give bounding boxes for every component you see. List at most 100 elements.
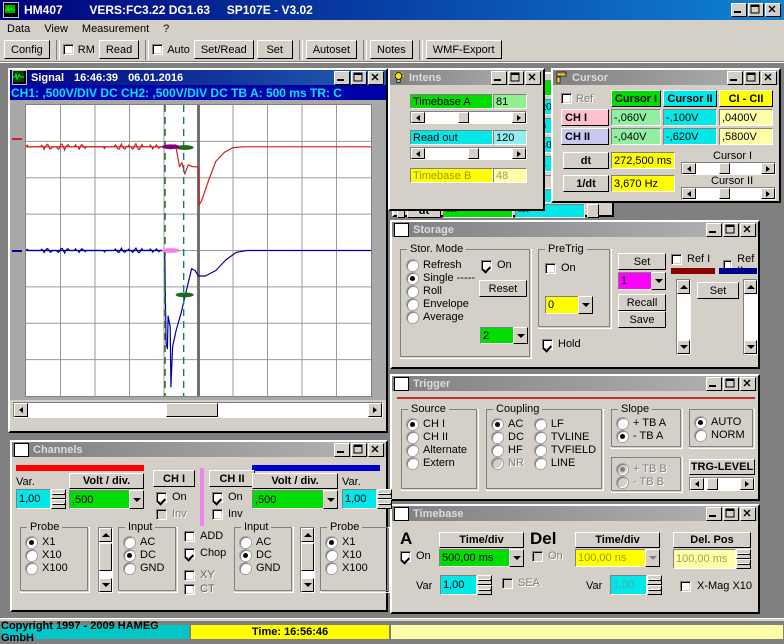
rm-checkbox-group[interactable]: RM — [62, 44, 95, 56]
hold-checkbox[interactable] — [542, 338, 553, 350]
app-close-button[interactable] — [765, 3, 781, 17]
trg-level-slider-thumb[interactable] — [706, 478, 718, 490]
intens-readout-slider[interactable] — [410, 147, 527, 160]
intens-tba-slider-thumb[interactable] — [457, 112, 469, 123]
cursor2-slider[interactable] — [681, 187, 776, 200]
channels-minimize-button[interactable] — [334, 442, 350, 457]
ch1-position-scrollbar[interactable] — [98, 527, 113, 593]
signal-close-button[interactable] — [368, 70, 384, 85]
trigger-coupling-hf-radio[interactable] — [492, 444, 503, 456]
ch2-probe-x1-radio[interactable] — [326, 536, 337, 548]
timebase-a-var-spinner[interactable]: 1,00 — [440, 575, 492, 595]
cursor1-slider-thumb[interactable] — [718, 163, 730, 174]
trigger-source-ch1[interactable]: CH I — [407, 418, 478, 430]
ch2-volt-div-combo[interactable]: ,500 — [252, 490, 338, 509]
xmag-checkbox[interactable] — [680, 580, 691, 592]
timebase-a-on-checkbox[interactable] — [400, 550, 411, 562]
ch2-var-spinner[interactable]: 1,00 — [342, 489, 392, 509]
trigger-coupling-lf-radio[interactable] — [534, 418, 546, 430]
ch1-var-up[interactable] — [51, 489, 66, 499]
cursor1-slider-track[interactable] — [696, 163, 761, 174]
storage-refslot-combo[interactable]: 1 — [618, 272, 666, 290]
trigger-mode-auto[interactable]: AUTO — [695, 416, 754, 428]
ref2-scrollbar[interactable] — [743, 279, 758, 355]
ch1-volt-div-dropdown-button[interactable] — [129, 490, 144, 509]
storage-mode-refresh[interactable]: Refresh — [407, 259, 531, 271]
ch2-input-ac[interactable]: AC — [240, 536, 293, 548]
storage-mode-single-radio[interactable] — [407, 272, 418, 284]
signal-hscrollbar[interactable] — [13, 402, 383, 418]
trigger-source-alternate-radio[interactable] — [407, 444, 418, 456]
channels-maximize-button[interactable] — [351, 442, 367, 457]
ct-checkbox-group[interactable]: CT — [184, 583, 215, 595]
ch1-on-checkbox-group[interactable]: On — [156, 491, 187, 503]
ch1-input-ac[interactable]: AC — [124, 536, 177, 548]
ch2-input-dc-radio[interactable] — [240, 549, 251, 561]
intens-tba-slider-left[interactable] — [411, 112, 425, 123]
ch1-probe-x100-radio[interactable] — [26, 562, 37, 574]
timebase-a-timediv-dropdown-button[interactable] — [509, 549, 524, 567]
ch2-inv-checkbox[interactable] — [212, 508, 223, 520]
trigger-close-button[interactable] — [740, 376, 756, 391]
timebase-a-var-down[interactable] — [477, 585, 492, 595]
trigger-source-ch1-radio[interactable] — [407, 418, 418, 430]
storage-maximize-button[interactable] — [723, 222, 739, 237]
chop-checkbox-group[interactable]: Chop — [184, 547, 226, 559]
cursor-ref-checkbox[interactable] — [561, 93, 572, 104]
pretrig-value-combo[interactable]: 0 — [545, 296, 593, 314]
ref2-scroll-up-button[interactable] — [744, 280, 757, 294]
trigger-source-ch2[interactable]: CH II — [407, 431, 478, 443]
ct-checkbox[interactable] — [184, 583, 195, 595]
read-button[interactable]: Read — [98, 40, 140, 59]
add-checkbox[interactable] — [184, 530, 195, 542]
rm-checkbox[interactable] — [62, 44, 74, 55]
trigger-coupling-ac[interactable]: AC — [492, 418, 535, 430]
storage-mode-average[interactable]: Average — [407, 311, 531, 323]
cursor2-slider-track[interactable] — [696, 188, 761, 199]
trigger-coupling-hf[interactable]: HF — [492, 444, 535, 456]
ref1-scroll-up-button[interactable] — [677, 280, 690, 294]
ch1-input-gnd[interactable]: GND — [124, 562, 177, 574]
trigger-coupling-lf[interactable]: LF — [534, 418, 603, 430]
trigger-coupling-tvfield[interactable]: TVFIELD — [534, 444, 603, 456]
app-minimize-button[interactable] — [731, 3, 747, 17]
ch1-var-spinner[interactable]: 1,00 — [16, 489, 66, 509]
autoset-button[interactable]: Autoset — [305, 40, 358, 59]
auto-checkbox[interactable] — [152, 44, 164, 55]
ch1-position-down-button[interactable] — [99, 578, 112, 592]
add-checkbox-group[interactable]: ADD — [184, 530, 223, 542]
storage-mode-single[interactable]: Single ----- — [407, 272, 531, 284]
ch2-on-checkbox-group[interactable]: On — [212, 491, 243, 503]
ch2-position-thumb[interactable] — [301, 542, 314, 571]
menu-item-data[interactable]: Data — [0, 22, 37, 36]
pretrig-on-checkbox-group[interactable]: On — [545, 262, 611, 274]
intens-maximize-button[interactable] — [508, 70, 524, 85]
trigger-source-extern-radio[interactable] — [407, 457, 418, 469]
ch2-var-spin-buttons[interactable] — [377, 489, 392, 509]
xy-checkbox[interactable] — [184, 569, 195, 581]
cursor-ref-checkbox-group[interactable]: Ref — [561, 90, 609, 107]
wmf-export-button[interactable]: WMF-Export — [425, 40, 502, 59]
intens-close-button[interactable] — [525, 70, 541, 85]
set-button[interactable]: Set — [256, 40, 293, 59]
ch1-on-checkbox[interactable] — [156, 491, 167, 503]
timebase-a-on-checkbox-group[interactable]: On — [400, 550, 431, 562]
ch2-probe-x10[interactable]: X10 — [326, 549, 389, 561]
trigger-source-extern[interactable]: Extern — [407, 457, 478, 469]
ch1-level-marker[interactable] — [12, 138, 22, 140]
notes-button[interactable]: Notes — [370, 40, 413, 59]
cursor-close-button[interactable] — [761, 70, 777, 85]
menu-item-measurement[interactable]: Measurement — [75, 22, 156, 36]
trg-level-slider-right[interactable] — [740, 478, 754, 490]
channels-close-button[interactable] — [368, 442, 384, 457]
config-button[interactable]: Config — [4, 40, 50, 59]
ch1-position-track[interactable] — [99, 542, 112, 578]
trigger-coupling-tvline[interactable]: TVLINE — [534, 431, 603, 443]
trigger-slope-neg-tba[interactable]: - TB A — [617, 430, 682, 442]
ch2-input-dc[interactable]: DC — [240, 549, 293, 561]
storage-average-combo[interactable]: 2 — [480, 327, 528, 344]
ch1-input-dc[interactable]: DC — [124, 549, 177, 561]
ch2-input-gnd-radio[interactable] — [240, 562, 251, 574]
ch2-probe-x1[interactable]: X1 — [326, 536, 389, 548]
ref1-checkbox[interactable] — [671, 253, 682, 265]
